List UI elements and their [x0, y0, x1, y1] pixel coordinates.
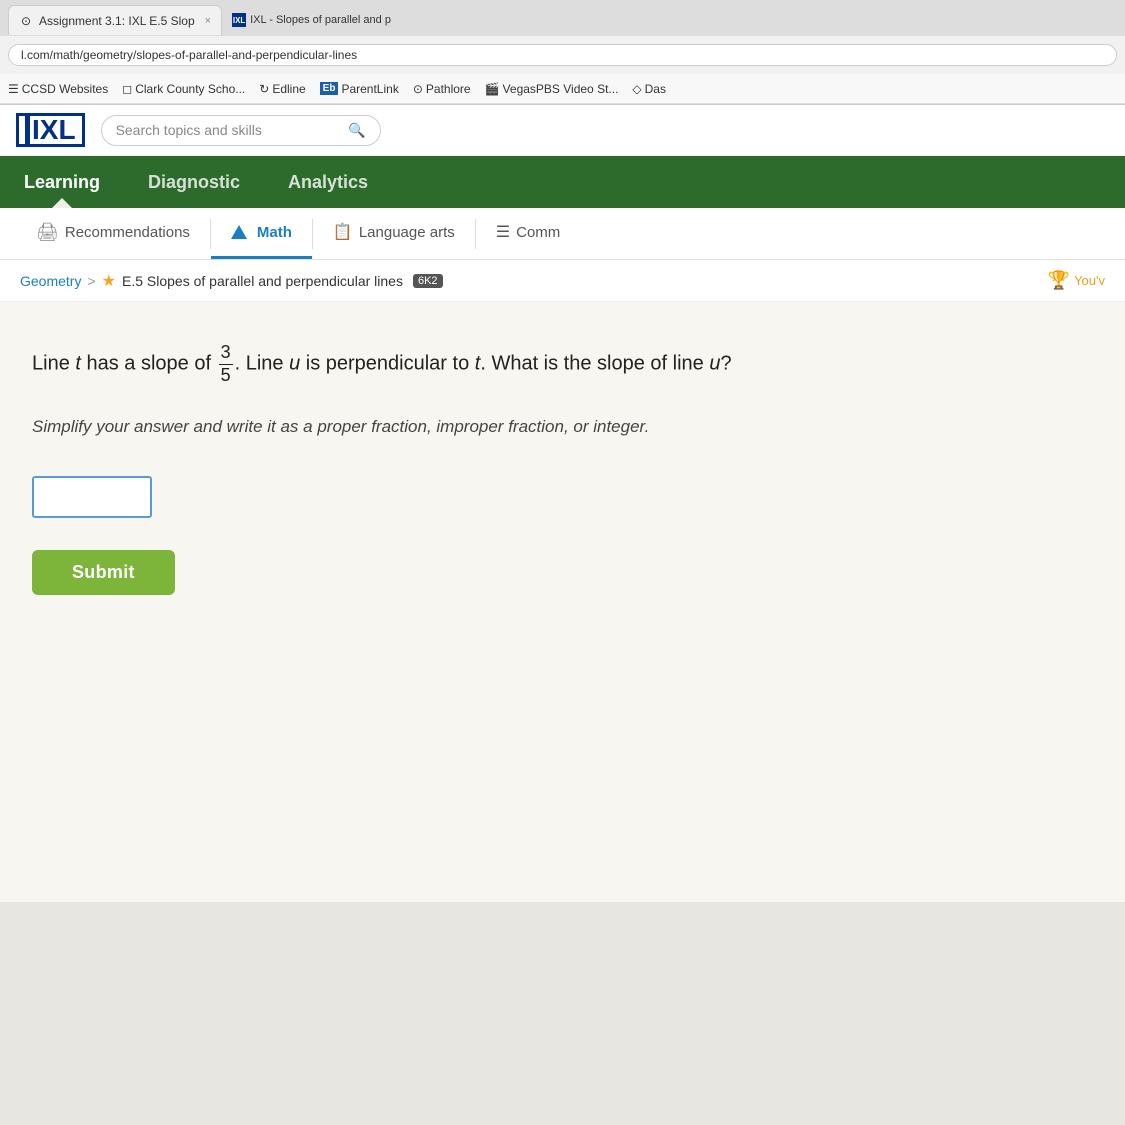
- bookmark-pathlore-label: Pathlore: [426, 82, 471, 96]
- fraction-numerator: 3: [219, 342, 233, 365]
- nav-learning-label: Learning: [24, 172, 100, 193]
- browser-chrome: ⊙ Assignment 3.1: IXL E.5 Slop × IXL IXL…: [0, 0, 1125, 105]
- common-icon: ☰: [496, 222, 510, 242]
- fraction-denominator: 5: [219, 365, 233, 387]
- sub-nav-recommendations[interactable]: 🖨 Recommendations: [16, 208, 210, 259]
- bookmark-edline-icon: ↻: [259, 82, 269, 96]
- slope-fraction: 3 5: [219, 342, 233, 386]
- answer-input[interactable]: [32, 476, 152, 518]
- active-tab-label: Assignment 3.1: IXL E.5 Slop: [39, 14, 195, 28]
- bookmark-edline-label: Edline: [272, 82, 305, 96]
- breadcrumb-title: E.5 Slopes of parallel and perpendicular…: [122, 273, 403, 289]
- sub-nav-math[interactable]: Math: [211, 208, 312, 259]
- u-reference: u: [709, 352, 720, 374]
- sub-nav-language-label: Language arts: [359, 224, 455, 241]
- sub-nav-math-label: Math: [257, 224, 292, 241]
- perpendicular-text: is perpendicular to: [300, 352, 475, 374]
- instruction-text: Simplify your answer and write it as a p…: [32, 414, 1093, 440]
- main-content: Line t has a slope of 3 5 . Line u is pe…: [0, 302, 1125, 902]
- main-navigation: Learning Diagnostic Analytics: [0, 156, 1125, 208]
- bookmark-ccsd[interactable]: ☰ CCSD Websites: [8, 82, 108, 96]
- sub-nav-recommendations-label: Recommendations: [65, 224, 190, 241]
- nav-item-learning[interactable]: Learning: [0, 156, 124, 208]
- tab-close-button[interactable]: ×: [205, 15, 211, 27]
- side-tab[interactable]: IXL IXL - Slopes of parallel and p: [222, 5, 401, 35]
- logo-text: IXL: [32, 116, 76, 144]
- bookmark-ccsd-icon: ☰: [8, 82, 19, 96]
- bookmark-pathlore[interactable]: ⊙ Pathlore: [413, 82, 471, 96]
- bookmark-clark[interactable]: ◻ Clark County Scho...: [122, 82, 245, 96]
- search-placeholder: Search topics and skills: [116, 122, 262, 138]
- slope-text: has a slope of: [81, 352, 217, 374]
- bookmark-edline[interactable]: ↻ Edline: [259, 82, 305, 96]
- line-u-connector: . Line: [235, 352, 289, 374]
- bookmark-das-icon: ◇: [632, 82, 641, 96]
- trophy-icon: 🏆: [1048, 270, 1070, 291]
- sub-navigation: 🖨 Recommendations Math 📋 Language arts ☰…: [0, 208, 1125, 260]
- bookmark-parentlink[interactable]: Eb ParentLink: [320, 82, 399, 96]
- nav-item-diagnostic[interactable]: Diagnostic: [124, 156, 264, 208]
- breadcrumb-geometry[interactable]: Geometry: [20, 273, 81, 289]
- breadcrumb-separator: >: [87, 273, 95, 289]
- submit-label: Submit: [72, 562, 135, 582]
- sub-nav-language-arts[interactable]: 📋 Language arts: [313, 208, 475, 259]
- nav-item-analytics[interactable]: Analytics: [264, 156, 392, 208]
- logo-bar: [25, 116, 30, 144]
- math-triangle-icon: [231, 225, 247, 239]
- bookmarks-bar: ☰ CCSD Websites ◻ Clark County Scho... ↻…: [0, 74, 1125, 104]
- line-u-variable: u: [289, 352, 300, 374]
- trophy-text: You'v: [1074, 273, 1105, 288]
- line-t-prefix: Line: [32, 352, 75, 374]
- bookmark-parentlink-icon: Eb: [320, 82, 339, 95]
- address-bar[interactable]: l.com/math/geometry/slopes-of-parallel-a…: [8, 44, 1117, 66]
- nav-analytics-label: Analytics: [288, 172, 368, 193]
- trophy-area: 🏆 You'v: [1048, 270, 1105, 291]
- breadcrumb-current: ★ E.5 Slopes of parallel and perpendicul…: [102, 271, 443, 291]
- bookmark-clark-icon: ◻: [122, 82, 132, 96]
- address-bar-row: l.com/math/geometry/slopes-of-parallel-a…: [0, 36, 1125, 74]
- grade-badge: 6K2: [413, 274, 443, 288]
- active-tab[interactable]: ⊙ Assignment 3.1: IXL E.5 Slop ×: [8, 5, 222, 35]
- tab-favicon: ⊙: [19, 14, 33, 28]
- search-icon[interactable]: 🔍: [348, 122, 365, 139]
- nav-diagnostic-label: Diagnostic: [148, 172, 240, 193]
- recommendations-icon: 🖨: [36, 222, 59, 243]
- ixl-logo[interactable]: IXL: [16, 113, 85, 147]
- bookmark-pathlore-icon: ⊙: [413, 82, 423, 96]
- question-mark: ?: [720, 352, 731, 374]
- bookmark-das-label: Das: [645, 82, 666, 96]
- bookmark-vegaspbs[interactable]: 🎬 VegasPBS Video St...: [485, 82, 619, 96]
- bookmark-vegaspbs-label: VegasPBS Video St...: [503, 82, 619, 96]
- tab-bar: ⊙ Assignment 3.1: IXL E.5 Slop × IXL IXL…: [0, 0, 1125, 36]
- side-tab-label: IXL - Slopes of parallel and p: [250, 14, 391, 26]
- star-icon: ★: [102, 271, 116, 291]
- breadcrumb: Geometry > ★ E.5 Slopes of parallel and …: [0, 260, 1125, 302]
- question-text: Line t has a slope of 3 5 . Line u is pe…: [32, 342, 1093, 386]
- bookmark-ccsd-label: CCSD Websites: [22, 82, 108, 96]
- sub-nav-common[interactable]: ☰ Comm: [476, 208, 581, 259]
- url-text: l.com/math/geometry/slopes-of-parallel-a…: [21, 48, 357, 62]
- bookmark-parentlink-label: ParentLink: [341, 82, 398, 96]
- side-tab-favicon: IXL: [232, 13, 246, 27]
- language-arts-icon: 📋: [333, 222, 353, 242]
- bookmark-clark-label: Clark County Scho...: [135, 82, 245, 96]
- question-end-text: . What is the slope of line: [480, 352, 709, 374]
- submit-button[interactable]: Submit: [32, 550, 175, 595]
- bookmark-vegaspbs-icon: 🎬: [485, 82, 500, 96]
- bookmark-das[interactable]: ◇ Das: [632, 82, 666, 96]
- search-bar[interactable]: Search topics and skills 🔍: [101, 115, 381, 146]
- sub-nav-common-label: Comm: [516, 224, 560, 241]
- ixl-header: IXL Search topics and skills 🔍: [0, 105, 1125, 156]
